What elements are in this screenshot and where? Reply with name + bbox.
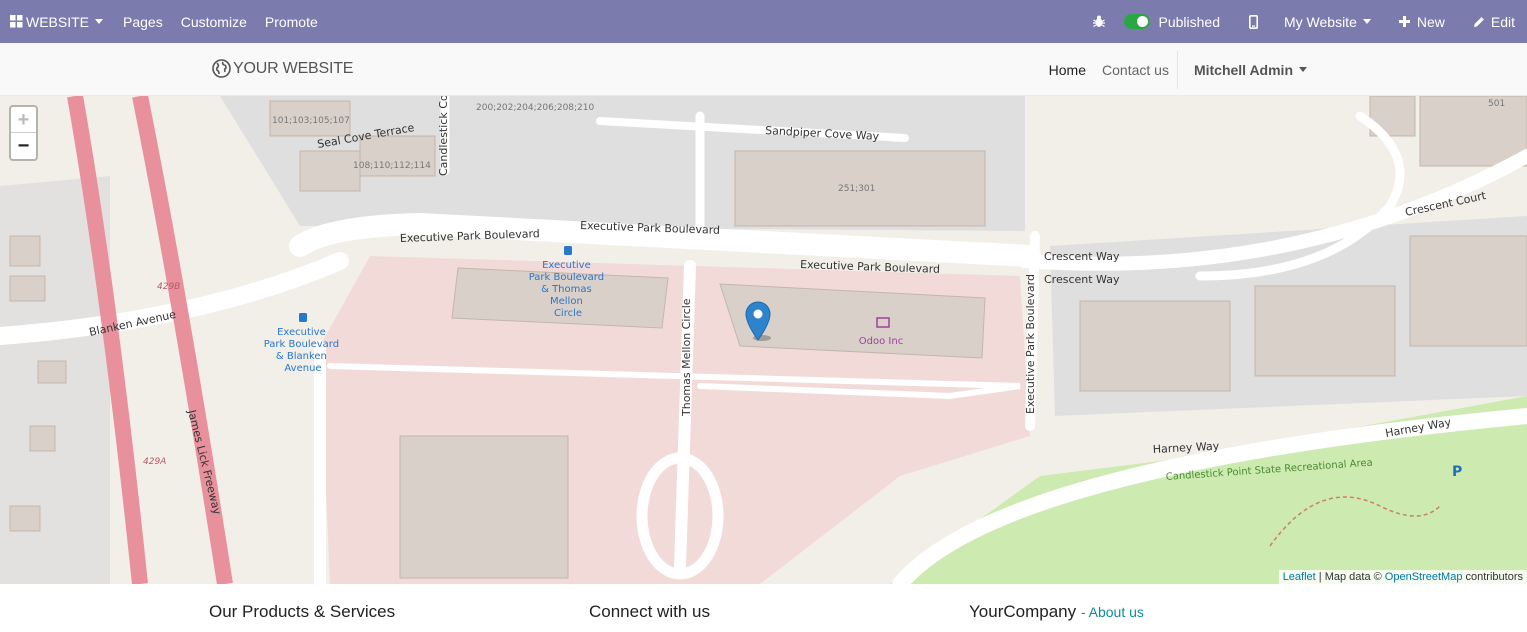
new-label: New [1416,13,1445,30]
edit-label: Edit [1490,13,1515,30]
logo-text: YOUR WEBSITE [233,59,354,77]
pencil-icon [1473,16,1484,27]
site-logo[interactable]: YOUR WEBSITE [212,59,353,78]
mobile-preview-button[interactable] [1229,0,1272,43]
footer-connect-heading: Connect with us [589,602,710,621]
debug-button[interactable] [1079,0,1119,43]
chevron-down-icon [1362,19,1371,24]
map-addr-1: 200;202;204;206;208;210 [476,103,595,113]
my-website-label: My Website [1283,13,1357,30]
attribution-contributors: contributors [1465,571,1523,583]
edit-button[interactable]: Edit [1459,0,1521,43]
chevron-down-icon [95,19,104,24]
parking-icon: P [1452,464,1462,480]
plus-icon [1398,16,1410,27]
map-label-candlestick-cove: Candlestick Cove [437,96,450,176]
nav-divider [1176,50,1178,89]
site-header: YOUR WEBSITE Home Contact us Mitchell Ad… [0,43,1527,96]
map-hwy-429a: 429A [143,457,166,467]
map-attribution: Leaflet | Map data © OpenStreetMap contr… [1278,570,1527,584]
map-marker-icon[interactable] [743,300,773,342]
chevron-down-icon [1299,67,1307,72]
mobile-icon [1248,14,1258,29]
main-nav: Home Contact us Mitchell Admin [1041,43,1315,96]
attribution-separator: | Map data © [1318,571,1382,583]
map-label-thomas-mellon: Thomas Mellon Circle [680,298,693,417]
map-label-exec-blvd-vertical: Executive Park Boulevard [1024,274,1037,414]
customize-menu[interactable]: Customize [172,0,256,43]
map-label-crescent-way-2: Crescent Way [1044,273,1120,286]
pages-menu[interactable]: Pages [112,0,172,43]
my-website-menu[interactable]: My Website [1272,0,1385,43]
published-label: Published [1158,13,1220,30]
user-name: Mitchell Admin [1193,61,1293,78]
footer-products-heading: Our Products & Services [209,602,396,621]
zoom-control: + − [9,105,38,161]
new-button[interactable]: New [1385,0,1459,43]
map-addr-3: 108;110;112;114 [353,161,431,171]
map-label-crescent-way-1: Crescent Way [1044,250,1120,263]
nav-contact-us[interactable]: Contact us [1094,62,1177,78]
nav-home[interactable]: Home [1041,62,1094,78]
promote-menu[interactable]: Promote [256,0,327,43]
user-menu[interactable]: Mitchell Admin [1186,62,1315,78]
globe-icon [212,59,231,78]
website-menu[interactable]: WEBSITE [0,0,112,43]
map-addr-4: 251;301 [838,184,875,194]
osm-link[interactable]: OpenStreetMap [1385,571,1463,583]
publish-toggle[interactable]: Published [1119,0,1229,43]
map-hwy-429b: 429B [157,282,180,292]
map-addr-2: 101;103;105;107 [272,116,350,126]
footer-about-us-link[interactable]: - About us [1081,604,1144,620]
bus-stop-icon [299,313,307,322]
bug-icon [1093,15,1106,28]
website-menu-label: WEBSITE [26,13,90,30]
map-widget[interactable]: Executive Park Boulevard Executive Park … [0,96,1527,584]
bus-stop-icon [564,246,572,255]
admin-top-bar: WEBSITE Pages Customize Promote Publishe… [0,0,1527,43]
footer-company-name: YourCompany [969,602,1077,621]
footer-company-heading: YourCompany - About us [969,602,1144,622]
zoom-in-button[interactable]: + [11,107,36,133]
grid-icon [10,15,23,28]
zoom-out-button[interactable]: − [11,133,36,159]
leaflet-link[interactable]: Leaflet [1283,571,1316,583]
map-addr-5: 501 [1488,99,1505,109]
toggle-switch[interactable] [1124,14,1151,29]
site-footer: Our Products & Services Connect with us … [0,584,1527,632]
map-label-odoo: Odoo Inc [859,336,903,347]
